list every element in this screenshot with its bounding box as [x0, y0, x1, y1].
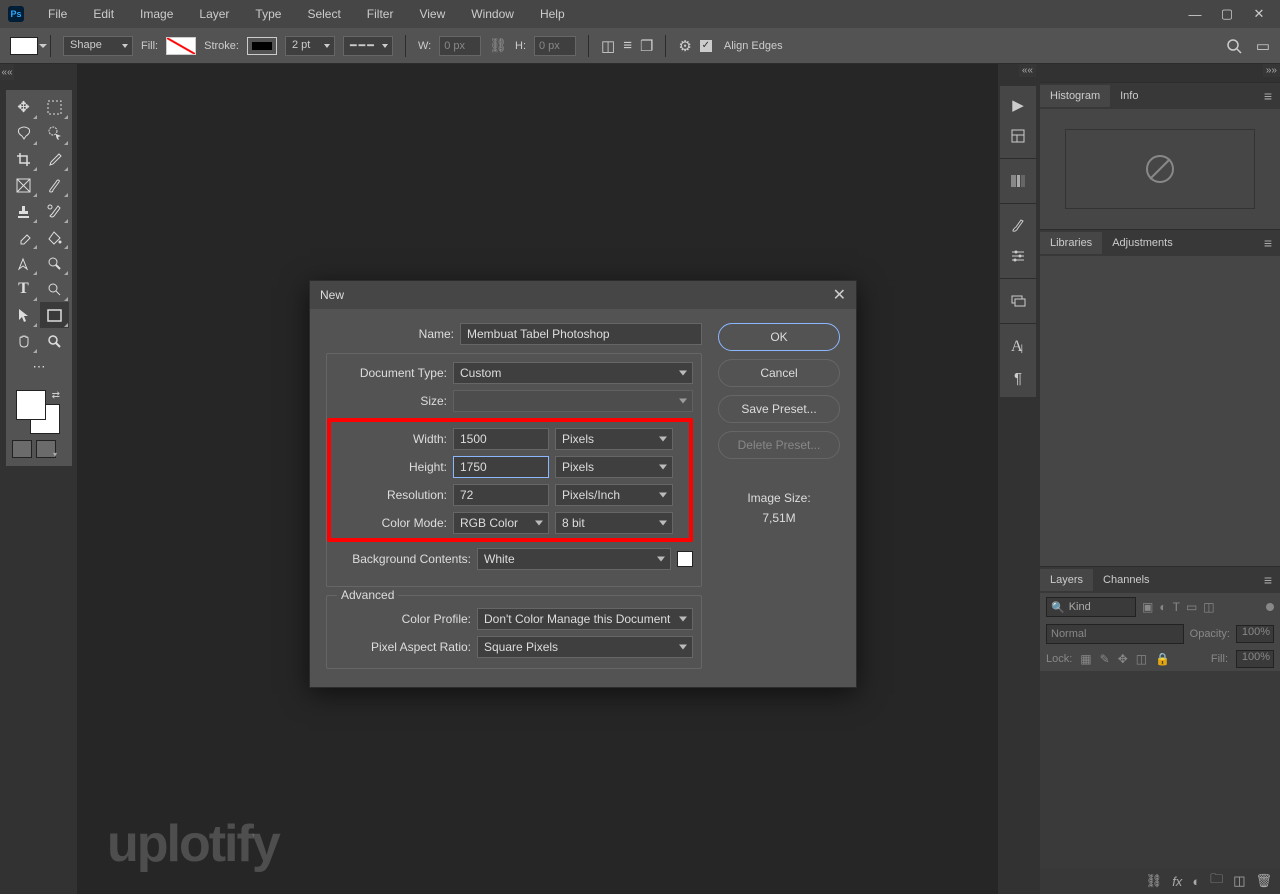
delete-preset-button: Delete Preset... [718, 431, 840, 459]
advanced-legend: Advanced [337, 588, 398, 602]
name-label: Name: [326, 327, 454, 341]
ok-button[interactable]: OK [718, 323, 840, 351]
image-size-value: 7,51M [718, 511, 840, 525]
save-preset-button[interactable]: Save Preset... [718, 395, 840, 423]
bg-select[interactable]: White [477, 548, 671, 570]
resolution-label: Resolution: [335, 488, 447, 502]
resolution-unit-select[interactable]: Pixels/Inch [555, 484, 673, 506]
close-icon[interactable]: ✕ [833, 285, 846, 305]
doctype-select[interactable]: Custom [453, 362, 693, 384]
colormode-select[interactable]: RGB Color [453, 512, 549, 534]
doctype-label: Document Type: [327, 366, 447, 380]
bg-label: Background Contents: [327, 552, 471, 566]
colormode-label: Color Mode: [335, 516, 447, 530]
size-label: Size: [327, 394, 447, 408]
width-input-dialog[interactable] [453, 428, 549, 450]
dialog-title: New [320, 288, 344, 302]
name-input[interactable] [460, 323, 702, 345]
cancel-button[interactable]: Cancel [718, 359, 840, 387]
bg-color-swatch[interactable] [677, 551, 693, 567]
bitdepth-select[interactable]: 8 bit [555, 512, 673, 534]
dialog-title-bar[interactable]: New ✕ [310, 281, 856, 309]
height-label: Height: [335, 460, 447, 474]
highlight-box: Width: Pixels Height: Pixels Resolution:… [327, 418, 693, 542]
size-select [453, 390, 693, 412]
profile-label: Color Profile: [327, 612, 471, 626]
height-unit-select[interactable]: Pixels [555, 456, 673, 478]
image-size-label: Image Size: [718, 491, 840, 505]
new-document-dialog: New ✕ Name: Document Type: Custom Size: [309, 280, 857, 688]
width-unit-select[interactable]: Pixels [555, 428, 673, 450]
profile-select[interactable]: Don't Color Manage this Document [477, 608, 693, 630]
pixelratio-select[interactable]: Square Pixels [477, 636, 693, 658]
resolution-input[interactable] [453, 484, 549, 506]
width-label: Width: [335, 432, 447, 446]
height-input-dialog[interactable] [453, 456, 549, 478]
pixelratio-label: Pixel Aspect Ratio: [327, 640, 471, 654]
